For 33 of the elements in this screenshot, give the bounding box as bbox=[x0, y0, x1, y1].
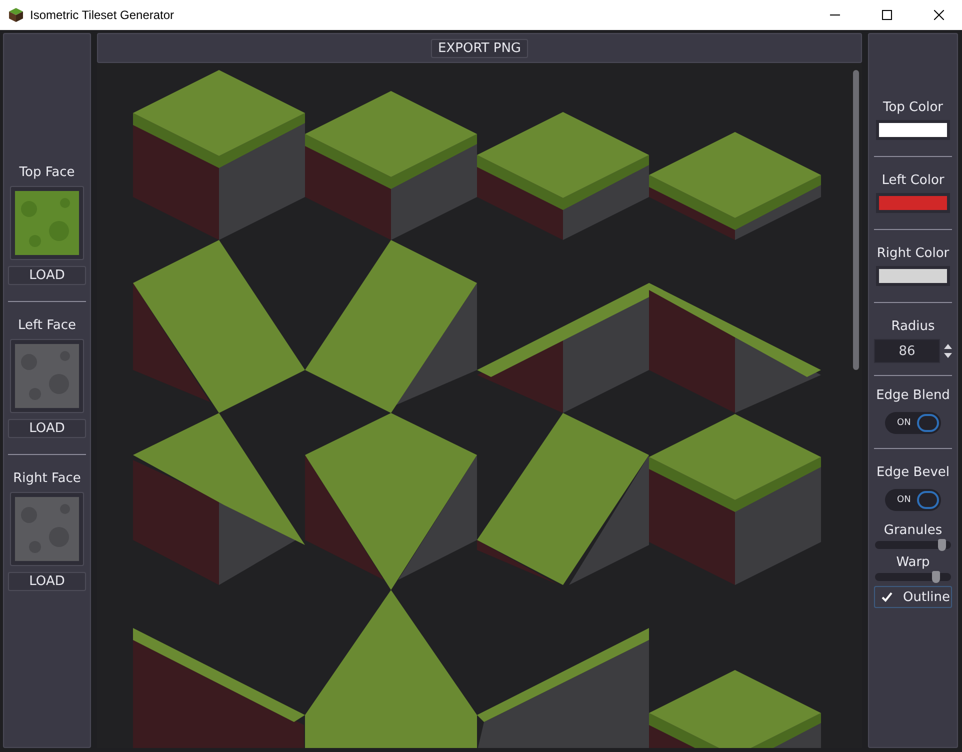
face-label: Left Face bbox=[18, 318, 76, 333]
toggle-switch[interactable]: ON bbox=[885, 412, 941, 434]
slider-label: Granules bbox=[884, 523, 942, 538]
radius-label: Radius bbox=[891, 319, 935, 334]
cube-icon bbox=[8, 7, 24, 23]
slider-track[interactable] bbox=[875, 573, 951, 581]
checkmark-icon bbox=[881, 591, 893, 603]
color-label: Top Color bbox=[882, 100, 943, 115]
outline-checkbox[interactable]: Outline bbox=[874, 586, 952, 608]
slider-thumb[interactable] bbox=[938, 539, 946, 551]
color-swatch[interactable] bbox=[876, 266, 950, 286]
export-png-button[interactable]: EXPORT PNG bbox=[431, 38, 528, 58]
face-label: Right Face bbox=[13, 471, 81, 486]
color-swatch[interactable] bbox=[876, 193, 950, 213]
window-title: Isometric Tileset Generator bbox=[30, 8, 176, 22]
slider-track[interactable] bbox=[875, 541, 951, 549]
color-swatch[interactable] bbox=[876, 120, 950, 140]
color-label: Right Color bbox=[876, 246, 950, 261]
toggle-label: Edge Bevel bbox=[876, 465, 950, 480]
load-button[interactable]: LOAD bbox=[8, 266, 86, 285]
spinner-arrows-icon[interactable] bbox=[944, 343, 952, 359]
slider-label: Warp bbox=[896, 555, 930, 570]
toggle-label: Edge Blend bbox=[876, 388, 950, 403]
load-button[interactable]: LOAD bbox=[8, 419, 86, 438]
color-label: Left Color bbox=[882, 173, 944, 188]
close-icon bbox=[934, 10, 944, 20]
load-button[interactable]: LOAD bbox=[8, 572, 86, 591]
maximize-icon bbox=[882, 10, 892, 20]
face-label: Top Face bbox=[19, 165, 75, 180]
radius-field[interactable]: 86 bbox=[874, 339, 940, 363]
scrollbar[interactable] bbox=[853, 70, 859, 370]
toggle-switch[interactable]: ON bbox=[885, 489, 941, 511]
slider-thumb[interactable] bbox=[932, 571, 940, 583]
